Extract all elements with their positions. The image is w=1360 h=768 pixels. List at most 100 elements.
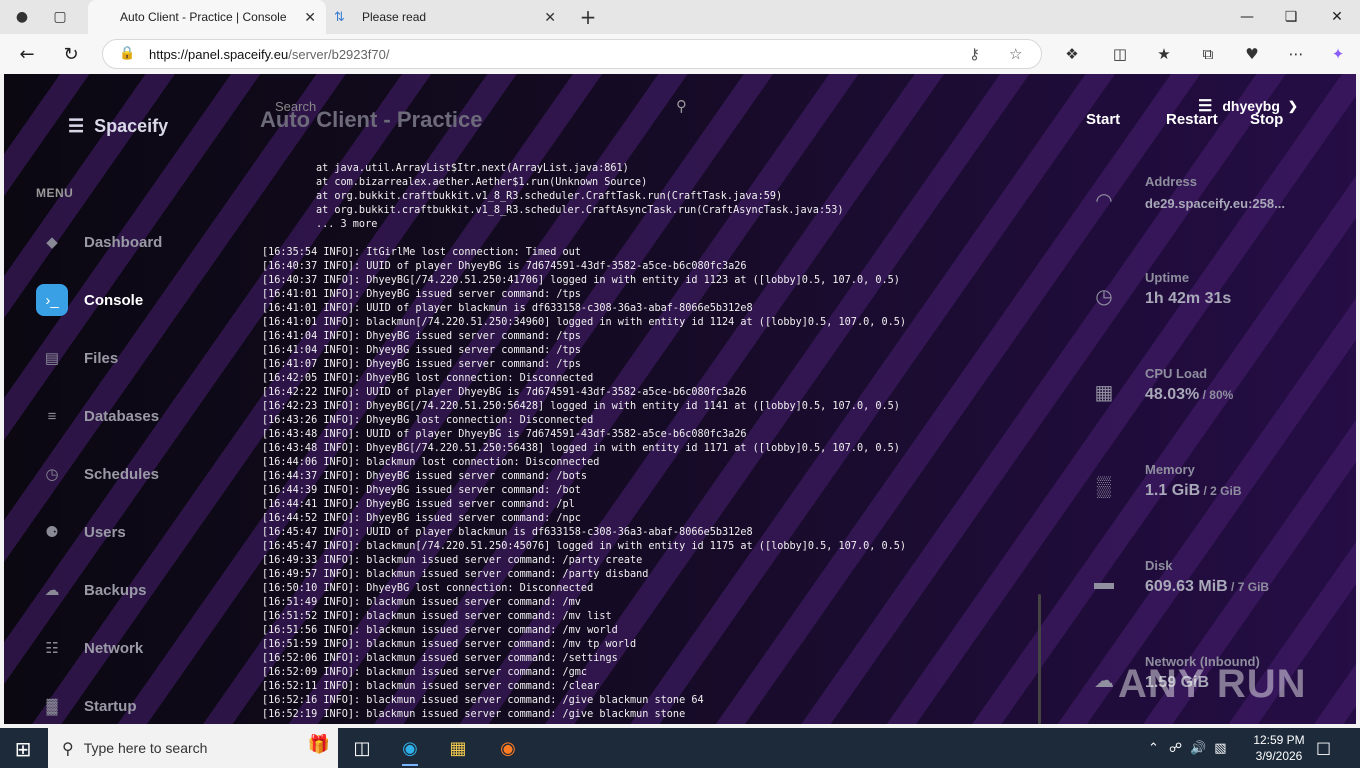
brand-logo[interactable]: ☰ Spaceify [68, 116, 168, 137]
stat-uptime: ◷ Uptime 1h 42m 31s [1090, 270, 1340, 330]
sidebar-item-startup[interactable]: ▓ Startup [36, 689, 246, 723]
notifications-icon[interactable]: □ [1316, 738, 1331, 757]
page-title: Auto Client - Practice [260, 107, 483, 132]
terminal-icon: ›_ [36, 284, 68, 316]
sidebar-item-dashboard[interactable]: ◆ Dashboard [36, 225, 246, 259]
log-line: [16:42:23 INFO]: DhyeyBG[/74.220.51.250:… [262, 401, 900, 412]
sidebar-item-users[interactable]: ⚈ Users [36, 515, 246, 549]
task-view-icon[interactable]: ◫ [344, 734, 380, 762]
battery-icon[interactable]: ▧ [1214, 741, 1226, 756]
network-icon[interactable]: ☍ [1169, 741, 1182, 756]
log-line: [16:41:01 INFO]: blackmun[/74.220.51.250… [262, 317, 907, 328]
copilot-icon[interactable]: ✦ [1326, 43, 1350, 65]
panel-page: ☰ Spaceify Search ⚲ Auto Client - Practi… [4, 74, 1356, 724]
sidebar-item-label: Network [84, 639, 144, 657]
layers-icon: ◆ [46, 234, 58, 251]
clock[interactable]: 12:59 PM 3/9/2026 [1244, 732, 1314, 764]
search-highlight-icon: 🎁 [307, 734, 330, 755]
browser-window: ● ▢ Auto Client - Practice | Console ✕ ⇅… [0, 0, 1360, 728]
stack-trace-line: at org.bukkit.craftbukkit.v1_8_R3.schedu… [316, 191, 783, 202]
chevron-up-icon[interactable]: ⌃ [1148, 741, 1159, 756]
search-icon[interactable]: ⚲ [676, 97, 687, 115]
log-line: [16:44:37 INFO]: DhyeyBG issued server c… [262, 471, 588, 482]
network-icon: ☷ [45, 640, 59, 657]
stat-label: Address [1145, 174, 1198, 189]
tab-please-read[interactable]: ⇅ Please read ✕ [330, 0, 562, 34]
stat-memory: ▒ Memory 1.1 GiB / 2 GiB [1090, 462, 1340, 522]
file-explorer-icon[interactable]: ▦ [440, 734, 476, 762]
stat-label: Uptime [1145, 270, 1190, 285]
brand-name: Spaceify [94, 116, 169, 136]
anyrun-watermark: ANY RUN [1118, 662, 1307, 706]
windows-start-icon[interactable]: ⊞ [10, 736, 36, 762]
split-screen-icon[interactable]: ◫ [1108, 43, 1132, 65]
users-icon: ⚈ [45, 524, 59, 541]
cloud-icon: ☁ [44, 582, 60, 599]
firefox-icon[interactable]: ◉ [490, 734, 526, 762]
log-line: [16:52:06 INFO]: blackmun issued server … [262, 653, 618, 664]
console-output[interactable]: at java.util.ArrayList$Itr.next(ArrayLis… [262, 162, 1062, 724]
volume-icon[interactable]: 🔊 [1190, 741, 1206, 756]
log-line: [16:52:09 INFO]: blackmun issued server … [262, 667, 588, 678]
sidebar-item-files[interactable]: ▤ Files [36, 341, 246, 375]
sidebar-item-label: Console [84, 291, 144, 309]
clock-time: 12:59 PM [1253, 733, 1305, 747]
stat-value: 1.1 GiB [1145, 482, 1201, 499]
log-line: [16:51:59 INFO]: blackmun issued server … [262, 639, 637, 650]
lock-icon[interactable]: 🔒 [119, 46, 135, 61]
cloud-download-icon: ☁ [1094, 670, 1114, 692]
url-text[interactable]: https://panel.spaceify.eu/server/b2923f7… [149, 47, 389, 62]
tab-label: Please read [362, 10, 427, 24]
chevron-down-icon: ❯ [1287, 99, 1298, 113]
log-line: [16:41:01 INFO]: DhyeyBG issued server c… [262, 289, 581, 300]
log-line: [16:50:10 INFO]: DhyeyBG lost connection… [262, 583, 594, 594]
sidebar-item-network[interactable]: ☷ Network [36, 631, 246, 665]
log-line: [16:44:52 INFO]: DhyeyBG issued server c… [262, 513, 581, 524]
sidebar-item-console[interactable]: ›_ Console [36, 283, 246, 317]
more-menu-icon[interactable]: ⋯ [1284, 43, 1308, 65]
browser-essentials-icon[interactable]: ♥ [1240, 43, 1264, 65]
taskbar-search[interactable]: ⚲ Type here to search 🎁 [48, 728, 338, 768]
log-line: [16:41:04 INFO]: DhyeyBG issued server c… [262, 345, 581, 356]
minimize-icon[interactable]: — [1232, 6, 1262, 28]
reload-icon[interactable]: ↻ [58, 42, 84, 66]
sidebar-item-databases[interactable]: ≡ Databases [36, 399, 246, 433]
console-scrollbar[interactable] [1038, 594, 1041, 724]
chart-icon: ▓ [46, 697, 58, 715]
address-bar[interactable]: 🔒 https://panel.spaceify.eu/server/b2923… [102, 39, 1042, 69]
sidebar-item-schedules[interactable]: ◷ Schedules [36, 457, 246, 491]
stack-trace-line: at java.util.ArrayList$Itr.next(ArrayLis… [316, 163, 629, 174]
favorite-star-icon[interactable]: ☆ [1009, 45, 1022, 63]
new-tab-icon[interactable]: + [576, 5, 600, 29]
close-window-icon[interactable]: ✕ [1322, 6, 1352, 28]
stat-value[interactable]: de29.spaceify.eu:258... [1145, 196, 1285, 211]
back-icon[interactable]: ← [14, 42, 40, 66]
tab-actions-icon[interactable]: ▢ [48, 6, 72, 28]
taskbar-search-placeholder: Type here to search [83, 740, 208, 756]
close-icon[interactable]: ✕ [544, 9, 556, 26]
close-icon[interactable]: ✕ [304, 9, 316, 26]
favorites-icon[interactable]: ★ [1152, 43, 1176, 65]
sidebar-item-label: Backups [84, 581, 147, 599]
cpu-icon: ▦ [1094, 382, 1114, 404]
clock-icon: ◷ [45, 466, 59, 483]
collections-icon[interactable]: ⧉ [1196, 43, 1220, 65]
stat-label: Disk [1145, 558, 1173, 573]
log-line: [16:52:11 INFO]: blackmun issued server … [262, 681, 600, 692]
tab-console[interactable]: Auto Client - Practice | Console ✕ [88, 0, 326, 34]
log-line: [16:41:04 INFO]: DhyeyBG issued server c… [262, 331, 581, 342]
extensions-icon[interactable]: ❖ [1060, 43, 1084, 65]
sidebar-item-label: Databases [84, 407, 160, 425]
log-line: [16:40:37 INFO]: UUID of player DhyeyBG … [262, 261, 747, 272]
memory-icon: ▒ [1096, 476, 1112, 498]
log-line: [16:49:33 INFO]: blackmun issued server … [262, 555, 643, 566]
sidebar-item-backups[interactable]: ☁ Backups [36, 573, 246, 607]
key-icon[interactable]: ⚷ [969, 45, 980, 63]
edge-icon[interactable]: ◉ [392, 734, 428, 766]
start-button[interactable]: Start [1086, 111, 1120, 128]
restore-icon[interactable]: ❏ [1276, 6, 1306, 28]
database-icon: ≡ [47, 407, 57, 425]
log-line: [16:44:39 INFO]: DhyeyBG issued server c… [262, 485, 581, 496]
user-menu[interactable]: ☰ dhyeybg ❯ [1198, 96, 1298, 116]
profile-icon[interactable]: ● [10, 6, 34, 28]
